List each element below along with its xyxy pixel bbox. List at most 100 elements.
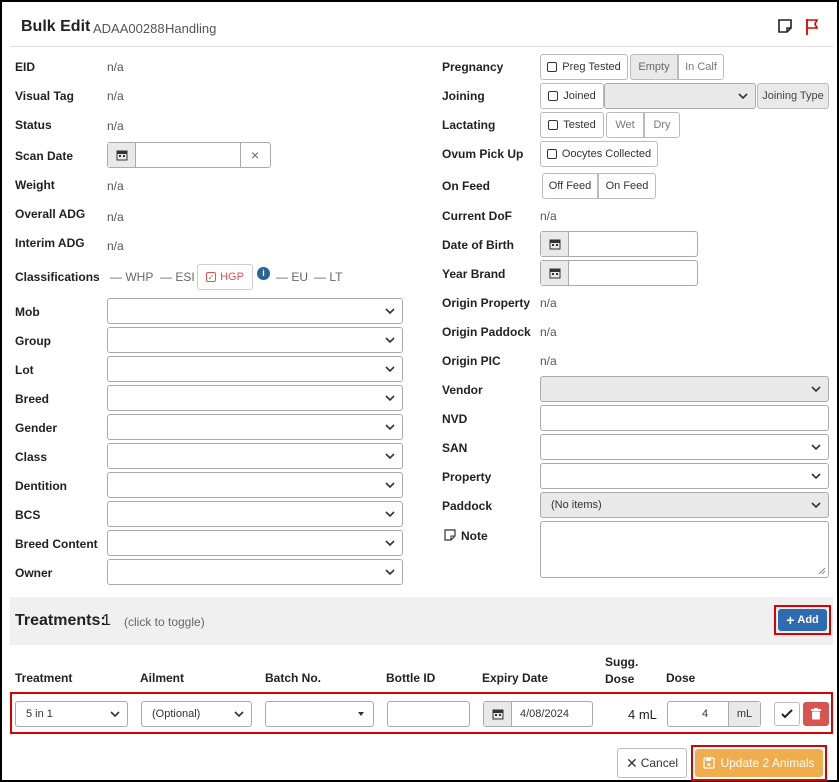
animal-id: ADAA00288 — [93, 21, 165, 36]
year-brand-input[interactable] — [540, 260, 698, 286]
origin-pic-value: n/a — [540, 354, 557, 368]
oocytes-label: Oocytes Collected — [561, 148, 652, 160]
bcs-label: BCS — [15, 508, 41, 522]
bcs-select[interactable] — [107, 501, 403, 527]
dob-input[interactable] — [540, 231, 698, 257]
class-select[interactable] — [107, 443, 403, 469]
eid-label: EID — [15, 60, 36, 74]
expiry-value: 4/08/2024 — [520, 708, 569, 720]
classification-esi[interactable]: — ESI — [160, 270, 195, 284]
note-icon[interactable] — [777, 18, 795, 36]
bottle-id-input[interactable] — [387, 701, 470, 727]
update-label: Update 2 Animals — [720, 756, 815, 770]
preg-tested-label: Preg Tested — [562, 61, 621, 73]
caret-down-icon — [358, 712, 364, 716]
breed-content-label: Breed Content — [15, 537, 98, 551]
col-dose: Dose — [666, 671, 696, 685]
chevron-down-icon — [811, 444, 821, 451]
confirm-row-button[interactable] — [774, 702, 800, 726]
empty-button[interactable]: Empty — [630, 54, 678, 80]
mode-label: Handling — [165, 21, 217, 36]
nvd-input[interactable] — [540, 405, 829, 431]
info-icon[interactable]: i — [257, 267, 270, 280]
off-feed-button[interactable]: Off Feed — [542, 173, 598, 199]
joining-type-button[interactable]: Joining Type — [757, 83, 829, 109]
classification-whp[interactable]: — WHP — [110, 270, 153, 284]
chevron-down-icon — [385, 540, 395, 547]
note-textarea[interactable] — [540, 521, 829, 578]
cancel-button[interactable]: ✕ Cancel — [617, 748, 687, 778]
in-calf-button[interactable]: In Calf — [678, 54, 724, 80]
treatments-title: Treatments: — [15, 612, 106, 629]
mob-select[interactable] — [107, 298, 403, 324]
nvd-label: NVD — [442, 412, 468, 426]
scan-date-input[interactable]: × — [107, 142, 271, 168]
chevron-down-icon — [738, 93, 748, 100]
group-label: Group — [15, 334, 51, 348]
paddock-select[interactable]: (No items) — [540, 492, 829, 518]
calendar-icon[interactable] — [541, 261, 569, 285]
chevron-down-icon — [234, 711, 244, 718]
save-icon — [703, 757, 716, 769]
plus-icon: + — [786, 612, 795, 628]
chevron-down-icon — [385, 366, 395, 373]
dose-value: 4 — [702, 708, 709, 720]
oocytes-button[interactable]: Oocytes Collected — [540, 141, 658, 167]
update-animals-button[interactable]: Update 2 Animals — [695, 749, 823, 777]
treatment-select[interactable]: 5 in 1 — [15, 701, 128, 727]
classification-hgp[interactable]: ✓ HGP — [197, 264, 253, 290]
ailment-select[interactable]: (Optional) — [141, 701, 252, 727]
dose-unit: mL — [728, 702, 760, 726]
calendar-icon[interactable] — [484, 702, 512, 726]
checkbox-icon — [547, 62, 558, 72]
col-treatment: Treatment — [15, 671, 73, 685]
treatments-count: 1 — [102, 612, 111, 629]
on-feed-button[interactable]: On Feed — [598, 173, 656, 199]
preg-tested-button[interactable]: Preg Tested — [540, 54, 628, 80]
paddock-value: (No items) — [551, 499, 602, 511]
dose-input[interactable]: 4 mL — [667, 701, 761, 727]
joining-select[interactable] — [604, 83, 756, 109]
flag-icon[interactable] — [804, 18, 822, 36]
checkbox-icon — [546, 149, 557, 159]
breed-content-select[interactable] — [107, 530, 403, 556]
clear-icon[interactable]: × — [251, 147, 259, 163]
dry-button[interactable]: Dry — [644, 112, 680, 138]
cancel-label: Cancel — [640, 756, 679, 770]
lactating-label: Lactating — [442, 118, 496, 132]
owner-select[interactable] — [107, 559, 403, 585]
status-label: Status — [15, 118, 52, 132]
gender-label: Gender — [15, 421, 58, 435]
classification-lt[interactable]: — LT — [314, 270, 342, 284]
calendar-icon[interactable] — [541, 232, 569, 256]
lot-select[interactable] — [107, 356, 403, 382]
tested-button[interactable]: Tested — [540, 112, 604, 138]
chevron-down-icon — [110, 711, 120, 718]
expiry-date-input[interactable]: 4/08/2024 — [483, 701, 593, 727]
group-select[interactable] — [107, 327, 403, 353]
wet-button[interactable]: Wet — [606, 112, 644, 138]
interim-adg-label: Interim ADG — [15, 236, 85, 250]
origin-pic-label: Origin PIC — [442, 354, 501, 368]
pregnancy-label: Pregnancy — [442, 60, 504, 74]
joined-button[interactable]: Joined — [540, 83, 604, 109]
classification-eu[interactable]: — EU — [276, 270, 308, 284]
vendor-select[interactable] — [540, 376, 829, 402]
san-select[interactable] — [540, 434, 829, 460]
batch-select[interactable] — [265, 701, 374, 727]
breed-select[interactable] — [107, 385, 403, 411]
dentition-select[interactable] — [107, 472, 403, 498]
san-label: SAN — [442, 441, 468, 455]
dob-label: Date of Birth — [442, 238, 514, 252]
ailment-value: (Optional) — [152, 708, 201, 720]
checkbox-icon — [548, 91, 559, 101]
delete-row-button[interactable] — [803, 702, 829, 726]
resize-handle-icon[interactable] — [818, 567, 826, 575]
add-treatment-button[interactable]: + Add — [778, 609, 827, 631]
chevron-down-icon — [385, 395, 395, 402]
origin-paddock-label: Origin Paddock — [442, 325, 531, 339]
calendar-icon[interactable] — [108, 143, 136, 167]
year-brand-label: Year Brand — [442, 267, 506, 281]
gender-select[interactable] — [107, 414, 403, 440]
property-select[interactable] — [540, 463, 829, 489]
